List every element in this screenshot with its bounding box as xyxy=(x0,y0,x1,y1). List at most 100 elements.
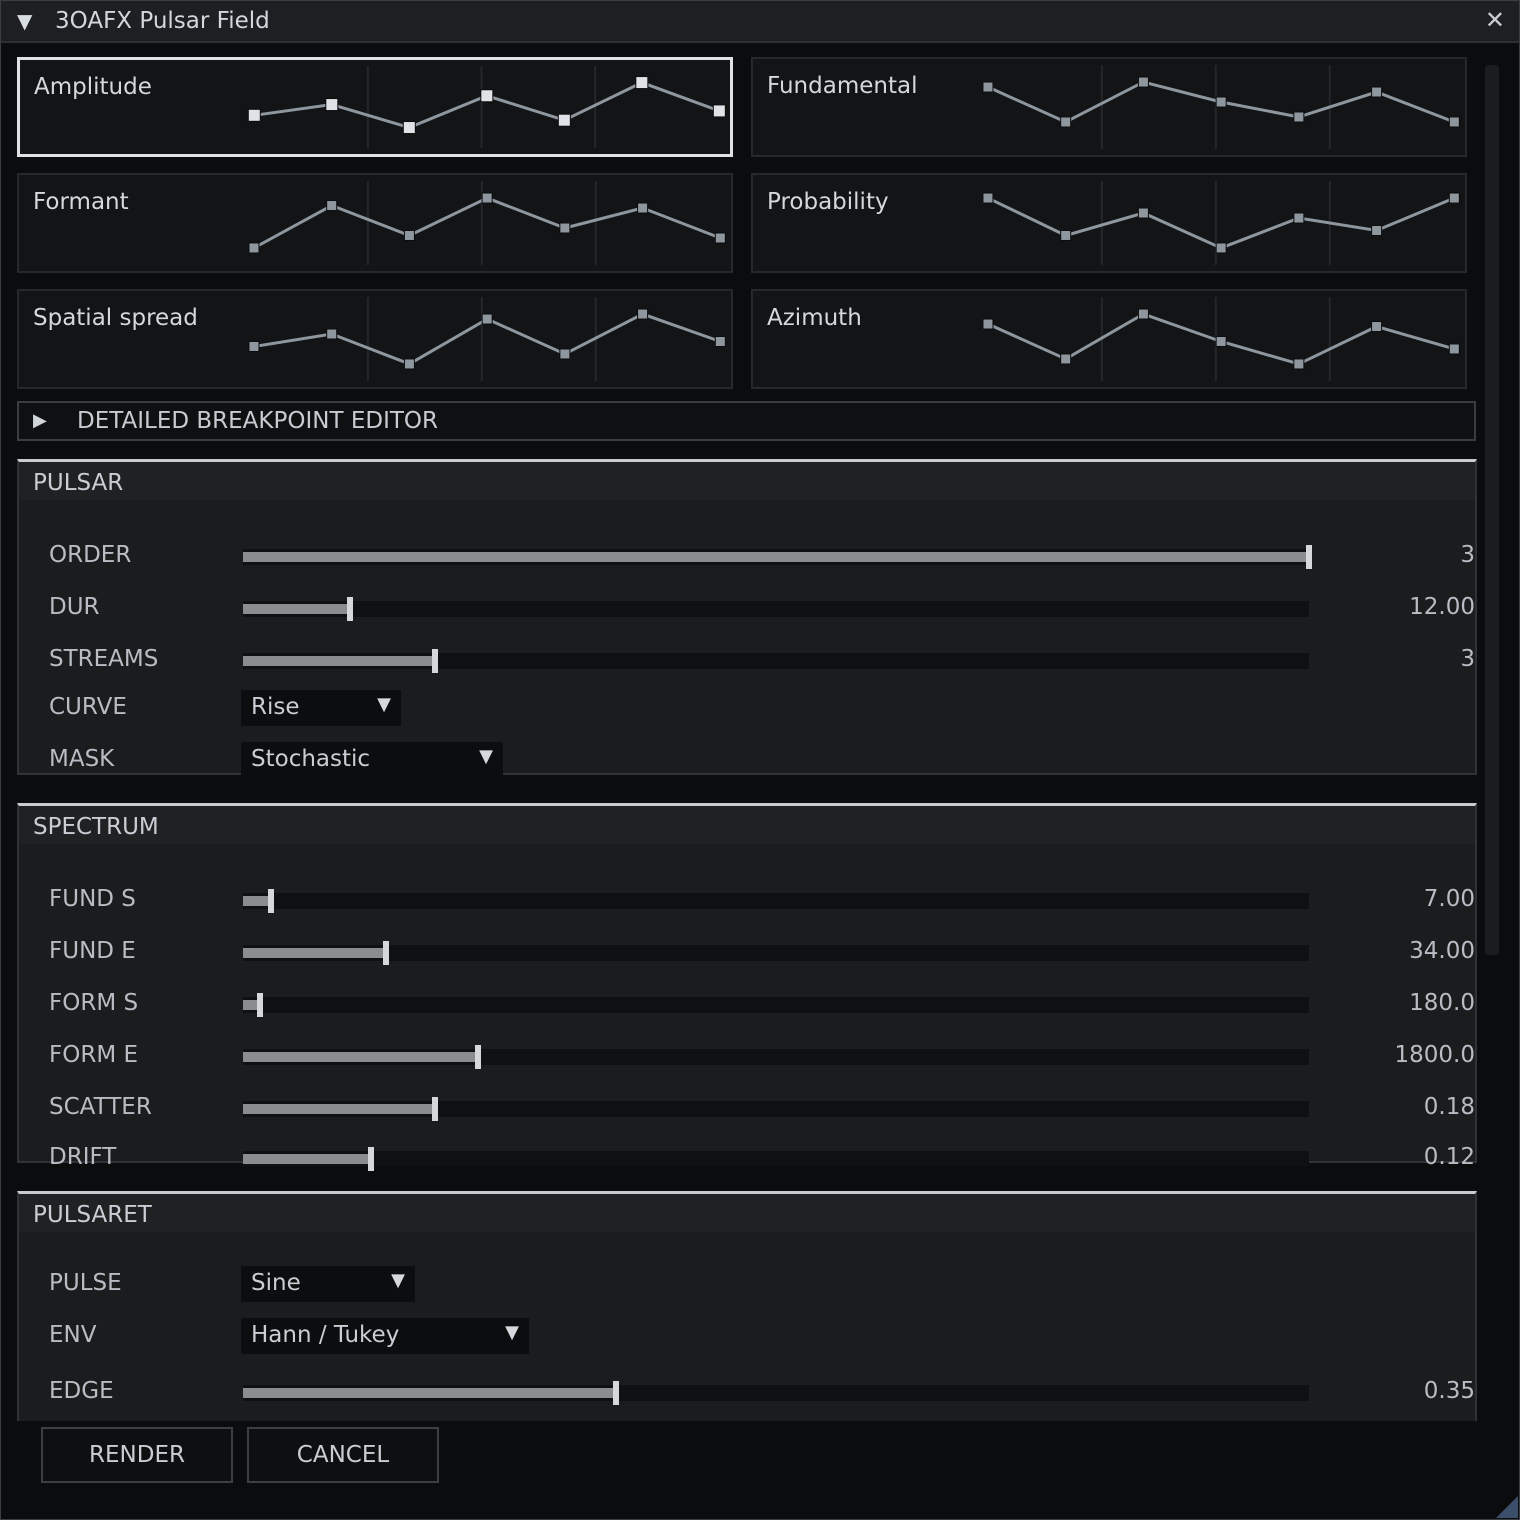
slider-label: FUND E xyxy=(49,938,136,964)
breakpoint-handle[interactable] xyxy=(714,232,726,244)
breakpoint-handle[interactable] xyxy=(982,81,994,93)
breakpoint-handle[interactable] xyxy=(326,328,338,340)
breakpoint-handle[interactable] xyxy=(481,192,493,204)
breakpoint-handle[interactable] xyxy=(1137,207,1149,219)
drift-slider[interactable] xyxy=(243,1147,1309,1171)
edge-slider[interactable] xyxy=(243,1381,1309,1405)
slider-value: 3 xyxy=(1460,542,1475,568)
graph-amplitude[interactable]: Amplitude xyxy=(17,57,733,157)
breakpoint-editor-toggle[interactable]: ▶ DETAILED BREAKPOINT EDITOR xyxy=(17,401,1476,441)
breakpoint-handle[interactable] xyxy=(982,192,994,204)
graph-probability[interactable]: Probability xyxy=(751,173,1467,273)
breakpoint-handle[interactable] xyxy=(1215,96,1227,108)
breakpoint-handle[interactable] xyxy=(480,89,494,103)
breakpoint-handle[interactable] xyxy=(1137,76,1149,88)
breakpoint-handle[interactable] xyxy=(982,318,994,330)
slider-handle[interactable] xyxy=(613,1381,620,1405)
envelope-line xyxy=(987,196,1455,250)
breakpoint-handle[interactable] xyxy=(247,108,261,122)
window-title: 3OAFX Pulsar Field xyxy=(55,8,270,34)
graph-spatial-spread[interactable]: Spatial spread xyxy=(17,289,733,389)
chevron-down-icon: ▼ xyxy=(505,1322,519,1343)
breakpoint-handle[interactable] xyxy=(1215,242,1227,254)
slider-handle[interactable] xyxy=(431,1097,438,1121)
breakpoint-handle[interactable] xyxy=(1137,308,1149,320)
breakpoint-handle[interactable] xyxy=(248,242,260,254)
slider-handle[interactable] xyxy=(1306,545,1312,569)
breakpoint-handle[interactable] xyxy=(1371,224,1383,236)
slider-fill xyxy=(243,1052,478,1062)
breakpoint-handle[interactable] xyxy=(1215,335,1227,347)
breakpoint-handle[interactable] xyxy=(1293,358,1305,370)
dropdown-label: ENV xyxy=(49,1322,97,1348)
slider-handle[interactable] xyxy=(367,1147,374,1171)
pulsar-field-window: ▼ 3OAFX Pulsar Field ✕ Amplitude Fundame… xyxy=(0,0,1520,1520)
breakpoint-handle[interactable] xyxy=(635,76,649,90)
breakpoint-handle[interactable] xyxy=(712,104,726,118)
order-slider[interactable] xyxy=(243,545,1312,569)
graph-formant[interactable]: Formant xyxy=(17,173,733,273)
breakpoint-handle[interactable] xyxy=(1371,86,1383,98)
pulse-dropdown[interactable]: Sine ▼ xyxy=(241,1266,415,1302)
slider-value: 3 xyxy=(1460,646,1475,672)
graph-label: Formant xyxy=(33,189,129,215)
scatter-slider[interactable] xyxy=(243,1097,1309,1121)
breakpoint-handle[interactable] xyxy=(481,313,493,325)
form-s-slider[interactable] xyxy=(243,993,1309,1017)
breakpoint-handle[interactable] xyxy=(559,222,571,234)
breakpoint-handle[interactable] xyxy=(1448,192,1460,204)
envelope-line xyxy=(253,196,721,250)
section-header: SPECTRUM xyxy=(19,806,1475,844)
fund-e-slider[interactable] xyxy=(243,941,1309,965)
breakpoint-handle[interactable] xyxy=(1448,116,1460,128)
curve-dropdown[interactable]: Rise ▼ xyxy=(241,690,401,726)
title-bar[interactable]: ▼ 3OAFX Pulsar Field ✕ xyxy=(1,1,1519,43)
env-dropdown[interactable]: Hann / Tukey ▼ xyxy=(241,1318,529,1354)
dropdown-label: MASK xyxy=(49,746,115,772)
breakpoint-handle[interactable] xyxy=(248,340,260,352)
breakpoint-handle[interactable] xyxy=(403,358,415,370)
form-e-slider[interactable] xyxy=(243,1045,1309,1069)
breakpoint-handle[interactable] xyxy=(1060,353,1072,365)
collapse-icon[interactable]: ▼ xyxy=(17,9,32,33)
breakpoint-handle[interactable] xyxy=(1293,212,1305,224)
breakpoint-handle[interactable] xyxy=(637,202,649,214)
breakpoint-handle[interactable] xyxy=(714,335,726,347)
streams-slider[interactable] xyxy=(243,649,1309,673)
breakpoint-handle[interactable] xyxy=(1371,321,1383,333)
slider-handle[interactable] xyxy=(267,889,274,913)
breakpoint-handle[interactable] xyxy=(1448,343,1460,355)
graph-fundamental[interactable]: Fundamental xyxy=(751,57,1467,157)
fund-s-slider[interactable] xyxy=(243,889,1309,913)
slider-value: 0.18 xyxy=(1423,1094,1475,1120)
breakpoint-handle[interactable] xyxy=(1060,116,1072,128)
breakpoint-handle[interactable] xyxy=(1060,229,1072,241)
breakpoint-handle[interactable] xyxy=(402,121,416,135)
breakpoint-handle[interactable] xyxy=(1293,111,1305,123)
breakpoint-handle[interactable] xyxy=(637,308,649,320)
slider-handle[interactable] xyxy=(431,649,438,673)
slider-handle[interactable] xyxy=(257,993,264,1017)
section-title: PULSAR xyxy=(33,470,124,496)
cancel-button[interactable]: CANCEL xyxy=(247,1427,439,1483)
breakpoint-handle[interactable] xyxy=(325,98,339,112)
graph-label: Amplitude xyxy=(34,74,152,100)
render-button[interactable]: RENDER xyxy=(41,1427,233,1483)
slider-handle[interactable] xyxy=(474,1045,481,1069)
graph-azimuth[interactable]: Azimuth xyxy=(751,289,1467,389)
slider-value: 1800.0 xyxy=(1394,1042,1475,1068)
slider-handle[interactable] xyxy=(346,597,353,621)
close-icon[interactable]: ✕ xyxy=(1485,6,1505,34)
mask-dropdown[interactable]: Stochastic ▼ xyxy=(241,742,503,778)
dur-slider[interactable] xyxy=(243,597,1309,621)
resize-grip-icon[interactable] xyxy=(1496,1496,1518,1518)
breakpoint-handle[interactable] xyxy=(557,113,571,127)
scrollbar-thumb[interactable] xyxy=(1485,65,1499,955)
pulsaret-section: PULSARET PULSE Sine ▼ ENV Hann / Tukey ▼… xyxy=(17,1191,1477,1421)
breakpoint-handle[interactable] xyxy=(326,200,338,212)
breakpoint-handle[interactable] xyxy=(559,348,571,360)
dropdown-value: Hann / Tukey xyxy=(251,1322,400,1348)
slider-handle[interactable] xyxy=(382,941,389,965)
breakpoint-handle[interactable] xyxy=(403,229,415,241)
slider-fill xyxy=(243,656,435,666)
